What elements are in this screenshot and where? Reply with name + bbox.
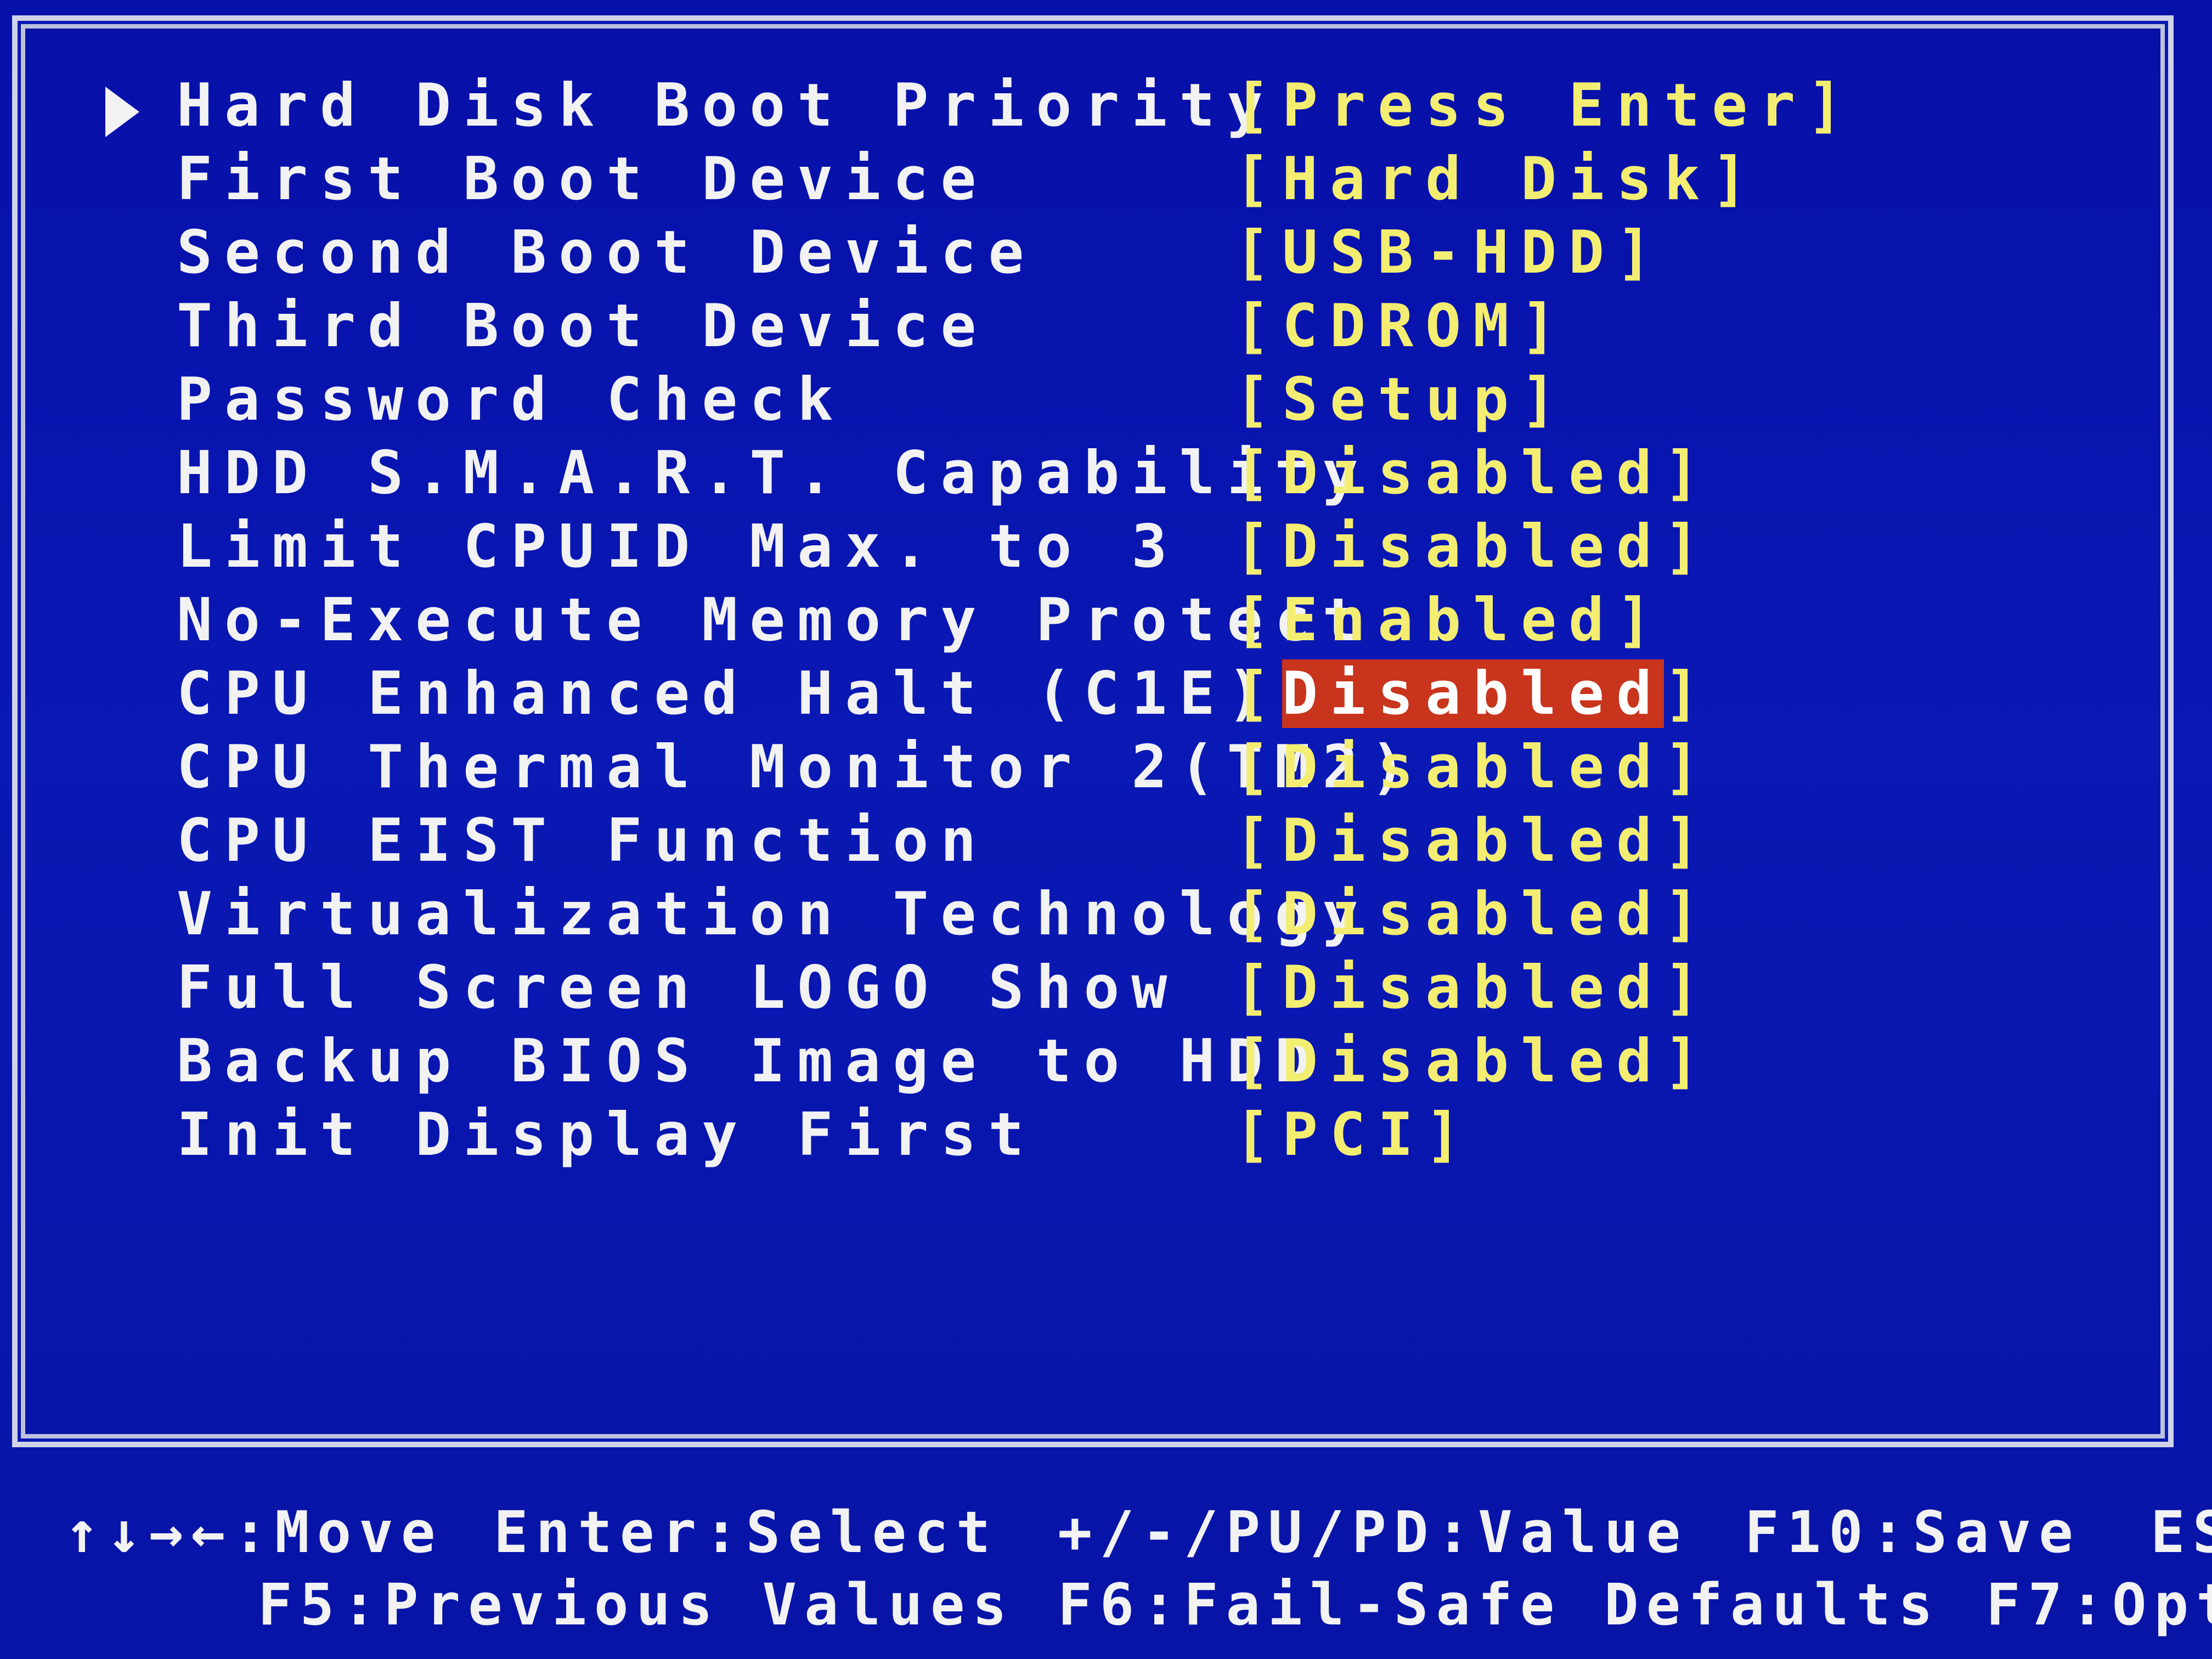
- setting-label: Full Screen LOGO Show: [177, 953, 1180, 1022]
- setting-label: No-Execute Memory Protect: [177, 586, 1370, 654]
- setting-backup-bios-image[interactable]: Backup BIOS Image to HDD [Disabled]: [18, 1025, 2168, 1098]
- setting-value[interactable]: [Enabled]: [1234, 584, 1664, 657]
- setting-value[interactable]: [CDROM]: [1234, 290, 1568, 363]
- help-esc: ES: [2151, 1499, 2212, 1566]
- help-save: F10:Save: [1745, 1499, 2081, 1566]
- setting-value[interactable]: [Setup]: [1234, 363, 1568, 437]
- bios-screen: Hard Disk Boot Priority [Press Enter] Fi…: [0, 0, 2212, 1659]
- setting-value[interactable]: [Disabled]: [1234, 878, 1712, 951]
- setting-value-selected[interactable]: [Disabled]: [1234, 657, 1712, 731]
- setting-hdd-smart-capability[interactable]: HDD S.M.A.R.T. Capability [Disabled]: [18, 437, 2168, 510]
- setting-value[interactable]: [Press Enter]: [1234, 69, 1855, 143]
- help-optimized: F7:Opt: [1986, 1571, 2212, 1638]
- setting-value[interactable]: [Disabled]: [1234, 951, 1712, 1025]
- setting-label: Limit CPUID Max. to 3: [177, 512, 1180, 581]
- help-select: Enter:Select: [494, 1499, 998, 1566]
- help-bar: ↑↓→←:Move Enter:Select +/-/PU/PD:Value F…: [0, 1459, 2212, 1659]
- setting-value[interactable]: [Disabled]: [1234, 804, 1712, 878]
- settings-list: Hard Disk Boot Priority [Press Enter] Fi…: [18, 21, 2168, 1442]
- setting-cpu-thermal-monitor-2[interactable]: CPU Thermal Monitor 2(TM2) [Disabled]: [18, 731, 2168, 804]
- setting-cpu-enhanced-halt[interactable]: CPU Enhanced Halt (C1E) [Disabled]: [18, 657, 2168, 731]
- setting-virtualization-technology[interactable]: Virtualization Technology [Disabled]: [18, 878, 2168, 951]
- setting-value[interactable]: [Disabled]: [1234, 437, 1712, 510]
- setting-first-boot-device[interactable]: First Boot Device [Hard Disk]: [18, 143, 2168, 216]
- setting-no-execute-memory-protect[interactable]: No-Execute Memory Protect [Enabled]: [18, 584, 2168, 657]
- setting-value[interactable]: [USB-HDD]: [1234, 216, 1664, 290]
- settings-panel: Hard Disk Boot Priority [Press Enter] Fi…: [12, 15, 2174, 1447]
- setting-label: Third Boot Device: [177, 292, 989, 360]
- setting-label: Backup BIOS Image to HDD: [177, 1027, 1323, 1096]
- setting-value[interactable]: [Hard Disk]: [1234, 143, 1759, 216]
- help-fail-safe-defaults: F6:Fail-Safe Defaults: [1058, 1571, 1940, 1638]
- setting-value[interactable]: [Disabled]: [1234, 1025, 1712, 1098]
- setting-label: Init Display First: [177, 1101, 1036, 1169]
- help-value: +/-/PU/PD:Value: [1058, 1499, 1689, 1566]
- setting-label: Second Boot Device: [177, 218, 1036, 287]
- setting-label: Password Check: [177, 365, 845, 434]
- setting-label: CPU EIST Function: [177, 806, 989, 875]
- help-move: ↑↓→←:Move: [65, 1499, 443, 1566]
- setting-third-boot-device[interactable]: Third Boot Device [CDROM]: [18, 290, 2168, 363]
- setting-label: Hard Disk Boot Priority: [177, 71, 1275, 140]
- setting-cpu-eist-function[interactable]: CPU EIST Function [Disabled]: [18, 804, 2168, 878]
- setting-full-screen-logo-show[interactable]: Full Screen LOGO Show [Disabled]: [18, 951, 2168, 1025]
- setting-second-boot-device[interactable]: Second Boot Device [USB-HDD]: [18, 216, 2168, 290]
- setting-label: CPU Enhanced Halt (C1E): [177, 659, 1275, 728]
- setting-label: First Boot Device: [177, 145, 989, 213]
- setting-hard-disk-boot-priority[interactable]: Hard Disk Boot Priority [Press Enter]: [18, 69, 2168, 143]
- setting-label: CPU Thermal Monitor 2(TM2): [177, 733, 1418, 802]
- setting-value[interactable]: [Disabled]: [1234, 510, 1712, 584]
- help-previous-values: F5:Previous Values: [258, 1571, 1015, 1638]
- setting-label: Virtualization Technology: [177, 880, 1370, 949]
- selection-highlight[interactable]: Disabled: [1282, 659, 1664, 728]
- setting-label: HDD S.M.A.R.T. Capability: [177, 439, 1370, 507]
- setting-password-check[interactable]: Password Check [Setup]: [18, 363, 2168, 437]
- setting-value[interactable]: [Disabled]: [1234, 731, 1712, 804]
- setting-value[interactable]: [PCI]: [1234, 1098, 1473, 1172]
- setting-limit-cpuid-max[interactable]: Limit CPUID Max. to 3 [Disabled]: [18, 510, 2168, 584]
- setting-init-display-first[interactable]: Init Display First [PCI]: [18, 1098, 2168, 1172]
